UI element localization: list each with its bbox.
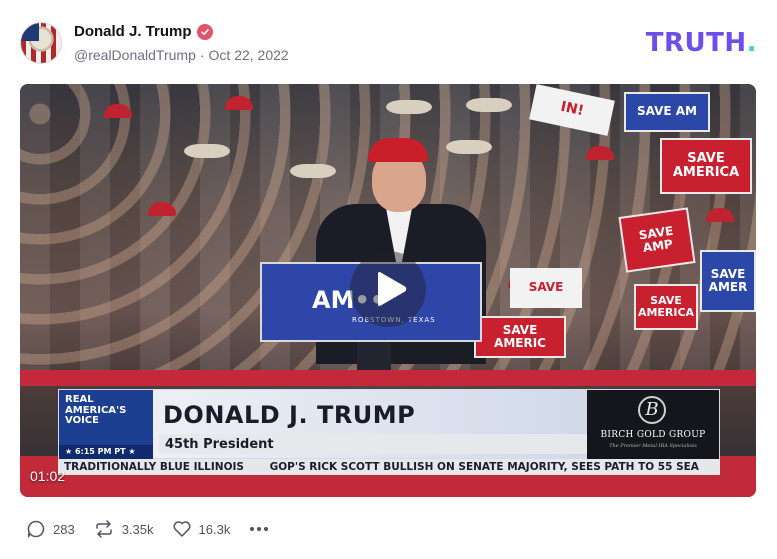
speaker-name-caption: DONALD J. TRUMP (163, 401, 416, 429)
rally-sign: SAVE AMER (700, 250, 756, 312)
more-dot (250, 527, 255, 531)
retruth-icon (95, 520, 112, 538)
meta-separator: · (199, 47, 205, 63)
author-row: Donald J. Trump (74, 23, 213, 40)
stage-banner (20, 370, 756, 386)
crowd-hat (184, 144, 230, 158)
rally-sign: SAVE (510, 268, 582, 308)
video-duration: 01:02 (30, 468, 66, 484)
video-player[interactable]: IN! SAVE AM SAVE AMERICA SAVE AMP SAVE A… (20, 84, 756, 497)
network-logo-line: VOICE (65, 415, 99, 426)
author-name[interactable]: Donald J. Trump (74, 23, 192, 40)
more-dot (257, 527, 262, 531)
crowd-hat (466, 98, 512, 112)
author-handle[interactable]: @realDonaldTrump (74, 47, 196, 63)
reply-count: 283 (53, 521, 75, 537)
reply-icon (27, 520, 45, 538)
rally-sign: SAVE AMP (618, 207, 696, 273)
network-logo-line: REAL (65, 394, 94, 405)
retruth-count: 3.35k (121, 521, 154, 537)
post-meta: @realDonaldTrump · Oct 22, 2022 (74, 47, 289, 63)
truth-logo-text: TRUTH (645, 28, 747, 58)
ticker-item: GOP'S RICK SCOTT BULLISH ON SENATE MAJOR… (269, 461, 699, 473)
crowd-hat (290, 164, 336, 178)
broadcast-time: ★ 6:15 PM PT ★ (59, 445, 153, 460)
post-header: Donald J. Trump @realDonaldTrump · Oct 2… (20, 20, 757, 66)
more-dot (264, 527, 269, 531)
ticker-item: TRADITIONALLY BLUE ILLINOIS (64, 461, 244, 473)
retruth-button[interactable]: 3.35k (93, 519, 154, 539)
reply-button[interactable]: 283 (26, 519, 75, 539)
crowd-cap (706, 208, 734, 222)
crowd-hat (386, 100, 432, 114)
more-options-icon[interactable] (250, 527, 269, 531)
network-logo: REAL AMERICA'S VOICE ★ 6:15 PM PT ★ (59, 390, 153, 460)
sponsor-tagline: The Premier Metal IRA Specialists (609, 443, 697, 449)
crowd-cap (148, 202, 176, 216)
crowd-cap (586, 146, 614, 160)
rally-sign: SAVE AMERIC (474, 316, 566, 358)
play-icon (378, 272, 407, 306)
lower-third: REAL AMERICA'S VOICE ★ 6:15 PM PT ★ DONA… (58, 389, 720, 460)
news-ticker: TRADITIONALLY BLUE ILLINOIS GOP'S RICK S… (58, 459, 720, 475)
like-button[interactable]: 16.3k (172, 519, 231, 539)
crowd-cap (104, 104, 132, 118)
avatar[interactable] (20, 22, 62, 64)
crowd-hat (446, 140, 492, 154)
truth-logo-dot: . (746, 28, 757, 58)
rally-sign: SAVE AM (624, 92, 710, 132)
sponsor-logo: B BIRCH GOLD GROUP The Premier Metal IRA… (587, 390, 719, 460)
crowd-cap (225, 96, 253, 110)
rally-sign: SAVE AMERICA (660, 138, 752, 194)
verified-badge-icon (196, 23, 213, 40)
speaker-title-caption: 45th President (159, 434, 587, 454)
post-date[interactable]: Oct 22, 2022 (209, 47, 289, 63)
play-button[interactable] (350, 251, 426, 327)
sponsor-name: BIRCH GOLD GROUP (600, 430, 706, 440)
like-count: 16.3k (198, 521, 231, 537)
post-actions: 283 3.35k 16.3k (26, 517, 269, 541)
speaker-cap (368, 138, 428, 162)
rally-sign: SAVE AMERICA (634, 284, 698, 330)
heart-icon (172, 521, 191, 537)
sponsor-mark: B (638, 396, 666, 424)
truth-logo[interactable]: TRUTH. (646, 28, 757, 58)
